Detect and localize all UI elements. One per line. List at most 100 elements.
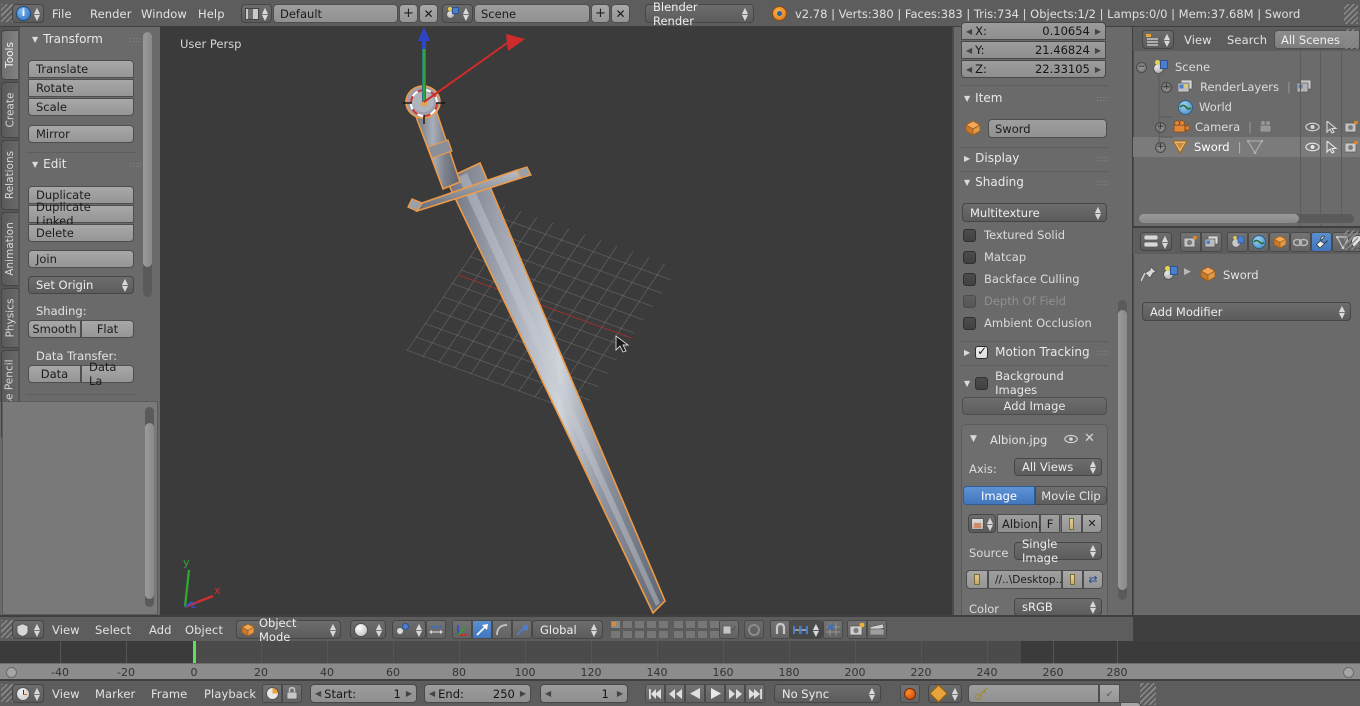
layer-cell[interactable] xyxy=(622,630,633,639)
timeline-ruler-handle-right[interactable] xyxy=(1343,667,1354,678)
image-new-button[interactable] xyxy=(1061,514,1082,533)
use-preview-range-button[interactable] xyxy=(262,684,282,703)
background-image-expand-caret[interactable]: ▼ xyxy=(970,434,977,444)
checkbox-ambient-occlusion[interactable]: Ambient Occlusion xyxy=(963,316,1092,330)
menu-window[interactable]: Window xyxy=(141,7,187,21)
tool-shelf-scrollbar[interactable] xyxy=(143,32,152,297)
current-frame-field[interactable]: ◀ 1 ▶ xyxy=(540,684,628,703)
screen-layout-icon-button[interactable] xyxy=(241,4,272,23)
image-unlink-button[interactable]: ✕ xyxy=(1082,514,1102,533)
render-opengl-viewport-button[interactable] xyxy=(847,620,867,639)
filepath-field[interactable]: //..\Desktop... xyxy=(988,570,1066,589)
viewport-menu-add[interactable]: Add xyxy=(149,623,172,637)
properties-tab-renderlayers[interactable] xyxy=(1201,232,1222,252)
snap-magnet-toggle[interactable] xyxy=(770,620,790,639)
timeline-menu-playback[interactable]: Playback xyxy=(204,687,256,701)
properties-tab-render[interactable] xyxy=(1180,232,1201,252)
menu-help[interactable]: Help xyxy=(198,7,225,21)
join-button[interactable]: Join xyxy=(28,250,134,268)
timeline-menu-marker[interactable]: Marker xyxy=(95,687,135,701)
current-frame-left-arrow[interactable]: ◀ xyxy=(545,689,551,698)
render-engine-dropdown[interactable]: Blender Render xyxy=(645,0,754,28)
transform-manipulator[interactable] xyxy=(380,27,560,137)
transform-x-right-arrow[interactable]: ▶ xyxy=(1095,27,1101,36)
sidebar-tab-animation[interactable]: Animation xyxy=(1,212,18,286)
scene-layers-widget[interactable] xyxy=(610,620,732,639)
shading-flat-button[interactable]: Flat xyxy=(81,320,134,338)
properties-tab-modifier[interactable] xyxy=(1311,232,1332,252)
timeline-menu-frame[interactable]: Frame xyxy=(151,687,187,701)
data-transfer-data-button[interactable]: Data xyxy=(28,365,81,383)
region-divider-viewport-npanel[interactable] xyxy=(952,27,953,615)
auto-keyframe-button[interactable] xyxy=(900,684,920,703)
motion-tracking-checkbox-icon[interactable] xyxy=(975,344,989,359)
translate-button[interactable]: Translate xyxy=(28,60,134,78)
image-source-dropdown[interactable]: Single Image xyxy=(1014,537,1102,565)
matcap-checkbox-icon[interactable] xyxy=(963,250,976,264)
menu-file[interactable]: File xyxy=(52,7,72,21)
current-frame-right-arrow[interactable]: ▶ xyxy=(617,689,623,698)
tool-shelf-lower-scrollbar-thumb[interactable] xyxy=(145,423,154,599)
outliner-scrollbar-thumb[interactable] xyxy=(1139,214,1299,223)
transform-z-left-arrow[interactable]: ◀ xyxy=(966,65,972,74)
edit-panel-header[interactable]: Edit :::: xyxy=(32,157,142,171)
jump-to-start-button[interactable] xyxy=(645,684,665,703)
manipulator-scale-toggle[interactable] xyxy=(512,620,532,639)
frame-end-left-arrow[interactable]: ◀ xyxy=(429,689,435,698)
jump-to-end-button[interactable] xyxy=(745,684,765,703)
image-datablock-browse-button[interactable] xyxy=(968,514,996,533)
layer-cell[interactable] xyxy=(646,620,657,629)
manipulator-enable-toggle[interactable] xyxy=(452,620,472,639)
n-panel-scrollbar-thumb[interactable] xyxy=(1118,310,1127,590)
duplicate-linked-button[interactable]: Duplicate Linked xyxy=(28,200,134,228)
add-scene-button[interactable]: + xyxy=(591,4,610,23)
properties-tab-constraints[interactable] xyxy=(1290,232,1311,252)
properties-tab-scene[interactable] xyxy=(1227,232,1248,252)
frame-start-right-arrow[interactable]: ▶ xyxy=(406,689,412,698)
ambient-occlusion-checkbox-icon[interactable] xyxy=(963,316,976,330)
layer-cell[interactable] xyxy=(658,630,669,639)
transform-y-right-arrow[interactable]: ▶ xyxy=(1095,46,1101,55)
topbar-right-corner-grip[interactable] xyxy=(1344,4,1358,24)
outliner-corner-grip[interactable] xyxy=(1344,29,1358,49)
sidebar-tab-relations[interactable]: Relations xyxy=(1,140,18,210)
transform-x-field[interactable]: ◀ X: 0.10654 ▶ xyxy=(961,22,1106,40)
shading-smooth-button[interactable]: Smooth xyxy=(28,320,81,338)
transform-panel-header[interactable]: Transform :::: xyxy=(32,32,142,46)
render-opengl-animation-button[interactable] xyxy=(867,620,887,639)
checkbox-matcap[interactable]: Matcap xyxy=(963,250,1026,264)
delete-button[interactable]: Delete xyxy=(28,224,134,242)
filepath-reload-button[interactable]: ⇄ xyxy=(1083,570,1103,589)
region-divider-main-right[interactable] xyxy=(1132,27,1133,615)
snap-element-dropdown[interactable] xyxy=(789,620,823,639)
transform-y-field[interactable]: ◀ Y: 21.46824 ▶ xyxy=(961,41,1106,59)
background-image-remove-icon[interactable]: ✕ xyxy=(1084,431,1095,446)
outliner-scrollbar[interactable] xyxy=(1139,214,1354,223)
blender-menu-icon[interactable]: i xyxy=(12,4,44,23)
manipulator-translate-toggle[interactable] xyxy=(472,620,492,639)
transform-z-right-arrow[interactable]: ▶ xyxy=(1095,65,1101,74)
layer-cell[interactable] xyxy=(658,620,669,629)
properties-editor-corner-grip[interactable] xyxy=(1344,230,1358,250)
pivot-point-dropdown[interactable] xyxy=(392,620,426,639)
outliner-menu-view[interactable]: View xyxy=(1184,33,1212,47)
transform-x-left-arrow[interactable]: ◀ xyxy=(966,27,972,36)
item-panel-header[interactable]: Item :::: xyxy=(964,91,1109,105)
filepath-browse-button[interactable] xyxy=(966,570,988,589)
mirror-button[interactable]: Mirror xyxy=(28,125,134,143)
interaction-mode-dropdown[interactable]: Object Mode xyxy=(236,616,341,644)
proportional-edit-button[interactable] xyxy=(744,620,764,639)
pin-id-icon[interactable] xyxy=(1141,266,1157,282)
active-keying-set-field[interactable] xyxy=(968,684,1099,703)
sidebar-tab-tools[interactable]: Tools xyxy=(1,30,18,80)
lock-time-to-other-windows-button[interactable] xyxy=(282,684,302,703)
checkbox-backface-culling[interactable]: Backface Culling xyxy=(963,272,1080,286)
layer-group-1[interactable] xyxy=(610,620,669,639)
transform-z-field[interactable]: ◀ Z: 22.33105 ▶ xyxy=(961,60,1106,78)
display-panel-header[interactable]: ▶ Display :::: xyxy=(964,151,1109,165)
filepath-open-button[interactable] xyxy=(1062,570,1083,589)
background-images-checkbox-icon[interactable] xyxy=(975,376,989,390)
frame-start-left-arrow[interactable]: ◀ xyxy=(315,689,321,698)
breadcrumb-scene-icon[interactable] xyxy=(1163,266,1179,281)
snap-target-button[interactable] xyxy=(823,620,843,639)
